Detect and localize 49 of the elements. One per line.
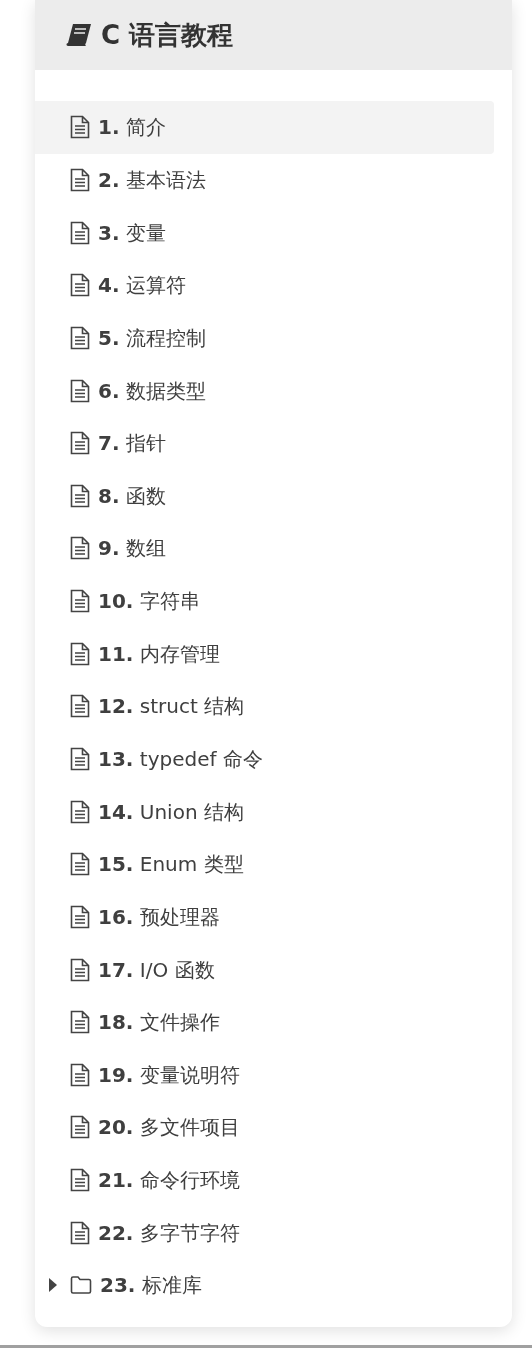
folder-icon	[70, 1275, 92, 1296]
document-icon	[70, 431, 90, 456]
book-icon	[65, 23, 93, 47]
document-icon	[70, 747, 90, 771]
nav-item[interactable]: 3. 变量	[35, 206, 494, 259]
nav-item[interactable]: 7. 指针	[35, 416, 494, 470]
nav-item[interactable]: 6. 数据类型	[35, 364, 494, 417]
document-icon	[70, 1115, 90, 1140]
document-icon	[70, 273, 90, 298]
nav-item[interactable]: 9. 数组	[35, 522, 494, 575]
nav-item[interactable]: 23. 标准库	[35, 1259, 494, 1312]
sidebar-title: C 语言教程	[101, 18, 234, 52]
nav-item[interactable]: 5. 流程控制	[35, 311, 494, 365]
nav-item[interactable]: 14. Union 结构	[35, 785, 494, 838]
document-icon	[70, 1062, 90, 1087]
document-icon	[70, 378, 90, 403]
document-icon	[70, 536, 90, 561]
document-icon	[70, 852, 90, 877]
nav-item[interactable]: 17. I/O 函数	[35, 943, 494, 996]
document-icon	[70, 641, 90, 666]
nav-item[interactable]: 22. 多字节字符	[35, 1206, 494, 1260]
nav-item[interactable]: 19. 变量说明符	[35, 1048, 494, 1102]
document-icon	[70, 1010, 90, 1035]
nav-item[interactable]: 20. 多文件项目	[35, 1101, 494, 1154]
document-icon	[70, 220, 90, 245]
nav-item[interactable]: 10. 字符串	[35, 574, 494, 628]
document-icon	[70, 483, 90, 508]
nav-item[interactable]: 21. 命令行环境	[35, 1153, 494, 1207]
document-icon	[70, 589, 90, 614]
document-icon	[70, 799, 90, 824]
nav-item[interactable]: 15. Enum 类型	[35, 837, 494, 891]
nav-item[interactable]: 16. 预处理器	[35, 890, 494, 944]
document-icon	[70, 694, 90, 719]
nav-item[interactable]: 4. 运算符	[35, 258, 494, 312]
nav-item[interactable]: 1. 简介	[35, 101, 494, 154]
document-icon	[70, 1220, 90, 1245]
document-icon	[70, 957, 90, 982]
document-icon	[70, 325, 90, 350]
nav-item[interactable]: 8. 函数	[35, 469, 494, 523]
nav-item[interactable]: 13. typedef 命令	[35, 732, 494, 786]
document-icon	[70, 115, 90, 140]
nav-item[interactable]: 11. 内存管理	[35, 627, 494, 681]
nav-item[interactable]: 18. 文件操作	[35, 995, 494, 1049]
document-icon	[70, 1168, 90, 1193]
nav-item[interactable]: 2. 基本语法	[35, 153, 494, 207]
document-icon	[70, 167, 90, 192]
nav-item[interactable]: 12. struct 结构	[35, 680, 494, 733]
caret-icon[interactable]	[49, 1278, 57, 1293]
document-icon	[70, 904, 90, 929]
